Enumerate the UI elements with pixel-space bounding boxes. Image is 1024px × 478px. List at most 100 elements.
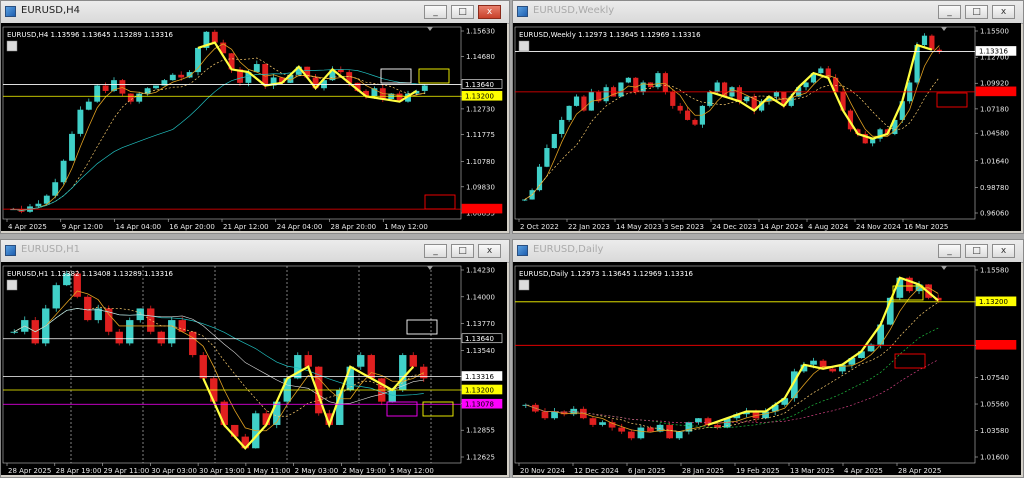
candle-body bbox=[695, 418, 702, 423]
candle-body bbox=[541, 411, 549, 419]
time-axis-label: 14 May 2023 bbox=[616, 223, 662, 231]
price-axis-label: 1.15500 bbox=[980, 28, 1009, 36]
minimize-button[interactable]: _ bbox=[938, 5, 961, 19]
chart-window-icon bbox=[5, 245, 16, 256]
maximize-button[interactable]: □ bbox=[965, 5, 988, 19]
time-axis-label: 20 Nov 2024 bbox=[520, 467, 565, 475]
time-axis-label: 2 May 03:00 bbox=[295, 467, 339, 475]
chart-window-icon bbox=[517, 245, 528, 256]
candle-body bbox=[692, 119, 698, 125]
candle-body bbox=[189, 331, 197, 356]
moving-average-line bbox=[525, 359, 939, 424]
candle-body bbox=[647, 427, 654, 432]
chart-window-icon bbox=[5, 6, 16, 17]
candle-body bbox=[618, 82, 624, 97]
price-axis-label: 1.05560 bbox=[980, 401, 1009, 409]
time-axis-label: 2 Oct 2022 bbox=[520, 223, 559, 231]
time-axis-label: 4 Apr 2025 bbox=[844, 467, 883, 475]
price-badge-label: 1.13640 bbox=[465, 81, 494, 89]
zone-box bbox=[380, 68, 412, 84]
candle-body bbox=[744, 96, 750, 102]
minimize-button[interactable]: _ bbox=[424, 244, 447, 258]
time-axis-label: 30 Apr 19:00 bbox=[199, 467, 245, 475]
time-axis-label: 22 Jan 2023 bbox=[568, 223, 610, 231]
price-chart-svg: EURUSD,Daily 1.12973 1.13645 1.12969 1.1… bbox=[514, 265, 1017, 475]
chart-canvas[interactable]: EURUSD,Weekly 1.12973 1.13645 1.12969 1.… bbox=[513, 23, 1021, 231]
candle-body bbox=[85, 101, 92, 110]
chart-symbol-header: EURUSD,H4 1.13596 1.13645 1.13289 1.1331… bbox=[7, 31, 174, 39]
window-title: EURUSD,Daily bbox=[533, 244, 604, 255]
candle-body bbox=[559, 119, 565, 134]
price-badge-label: 1.09000 bbox=[465, 205, 494, 213]
price-axis-label: 0.96060 bbox=[980, 210, 1009, 218]
candle-body bbox=[566, 105, 572, 120]
price-axis-label: 0.98780 bbox=[980, 184, 1009, 192]
time-axis-label: 12 Dec 2024 bbox=[574, 467, 619, 475]
candle-body bbox=[388, 390, 396, 402]
price-chart-svg: EURUSD,H1 1.13382 1.13408 1.13289 1.1331… bbox=[2, 265, 503, 475]
candle-body bbox=[589, 418, 597, 425]
chart-window-icon bbox=[517, 6, 528, 17]
candle-body bbox=[625, 77, 631, 83]
candle-body bbox=[603, 87, 609, 102]
moving-average-line bbox=[13, 43, 425, 211]
price-axis-label: 1.12855 bbox=[466, 427, 495, 435]
chart-canvas[interactable]: EURUSD,Daily 1.12973 1.13645 1.12969 1.1… bbox=[513, 262, 1021, 475]
price-axis-label: 1.01640 bbox=[980, 157, 1009, 165]
candle-body bbox=[178, 74, 185, 78]
candle-body bbox=[52, 285, 60, 309]
moving-average-line bbox=[525, 287, 939, 433]
price-axis-label: 1.07180 bbox=[980, 105, 1009, 113]
window-titlebar[interactable]: EURUSD,Weekly _ □ x bbox=[513, 1, 1023, 24]
price-axis-label: 1.01600 bbox=[980, 454, 1009, 462]
price-badge-label: 1.13200 bbox=[465, 93, 494, 101]
candle-body bbox=[736, 87, 742, 102]
candle-body bbox=[69, 133, 75, 161]
chart-symbol-header: EURUSD,H1 1.13382 1.13408 1.13289 1.1331… bbox=[7, 270, 174, 278]
candle-body bbox=[136, 308, 144, 321]
candle-body bbox=[573, 96, 580, 106]
chart-window-weekly[interactable]: EURUSD,Weekly _ □ x EURUSD,Weekly 1.12973 1.… bbox=[512, 0, 1024, 234]
minimize-button[interactable]: _ bbox=[938, 244, 961, 258]
maximize-button[interactable]: □ bbox=[965, 244, 988, 258]
maximize-button[interactable]: □ bbox=[451, 244, 474, 258]
time-axis-label: 29 Apr 11:00 bbox=[104, 467, 150, 475]
close-button[interactable]: x bbox=[478, 5, 501, 19]
candle-body bbox=[346, 366, 354, 391]
time-axis-label: 19 Feb 2025 bbox=[736, 467, 780, 475]
window-titlebar[interactable]: EURUSD,Daily _ □ x bbox=[513, 240, 1023, 263]
time-axis-label: 28 Jan 2025 bbox=[682, 467, 724, 475]
close-button[interactable]: x bbox=[992, 244, 1015, 258]
time-axis-label: 1 May 12:00 bbox=[384, 223, 428, 231]
candle-body bbox=[126, 320, 134, 344]
zone-box bbox=[894, 353, 926, 369]
candle-body bbox=[684, 110, 691, 120]
chart-window-h1[interactable]: EURUSD,H1 _ □ x EURUSD,H1 1.13382 1.13408 1.… bbox=[0, 239, 510, 478]
candle-body bbox=[115, 331, 123, 344]
candle-body bbox=[599, 422, 606, 425]
candle-body bbox=[818, 68, 824, 74]
chart-window-daily[interactable]: EURUSD,Daily _ □ x EURUSD,Daily 1.12973 1.13… bbox=[512, 239, 1024, 478]
minimize-button[interactable]: _ bbox=[424, 5, 447, 19]
candle-body bbox=[773, 91, 780, 97]
candle-body bbox=[10, 331, 18, 333]
maximize-button[interactable]: □ bbox=[451, 5, 474, 19]
candle-body bbox=[84, 296, 92, 321]
plot-frame bbox=[514, 26, 976, 220]
zone-box bbox=[406, 319, 438, 335]
price-badge-label: 1.09000 bbox=[979, 88, 1008, 96]
chart-window-h4[interactable]: EURUSD,H4 _ □ x EURUSD,H4 1.13596 1.13645 1.… bbox=[0, 0, 510, 234]
window-titlebar[interactable]: EURUSD,H1 _ □ x bbox=[1, 240, 509, 263]
candle-body bbox=[60, 160, 67, 183]
price-axis-label: 1.14000 bbox=[466, 293, 495, 301]
chart-canvas[interactable]: EURUSD,H1 1.13382 1.13408 1.13289 1.1331… bbox=[1, 262, 507, 475]
candle-body bbox=[662, 73, 668, 92]
window-titlebar[interactable]: EURUSD,H4 _ □ x bbox=[1, 1, 509, 24]
price-badge-label: 1.13640 bbox=[465, 335, 494, 343]
close-button[interactable]: x bbox=[478, 244, 501, 258]
price-axis-label: 1.14680 bbox=[466, 53, 495, 61]
close-button[interactable]: x bbox=[992, 5, 1015, 19]
chart-canvas[interactable]: EURUSD,H4 1.13596 1.13645 1.13289 1.1331… bbox=[1, 23, 507, 231]
candle-body bbox=[77, 109, 84, 134]
trade-panel-icon bbox=[6, 279, 18, 291]
